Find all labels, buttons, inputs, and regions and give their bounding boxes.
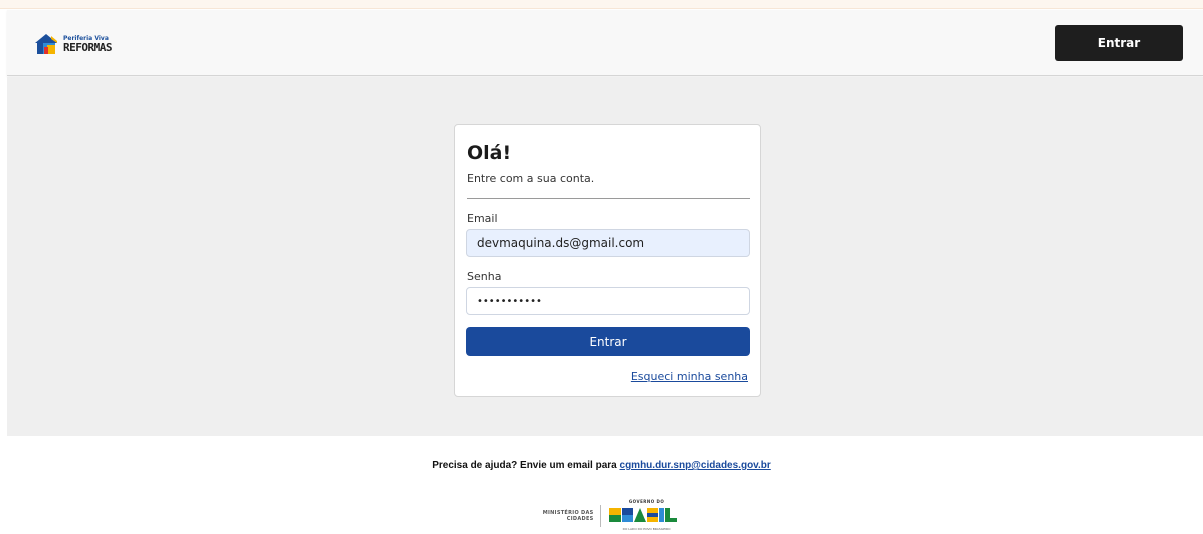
password-label: Senha: [467, 270, 502, 283]
logo-separator: [599, 505, 601, 527]
email-field[interactable]: devmaquina.ds@gmail.com: [466, 229, 750, 257]
brasil-wordmark-icon: [608, 508, 677, 522]
password-field-value: •••••••••••: [477, 295, 542, 307]
email-label: Email: [467, 212, 498, 225]
divider: [467, 198, 750, 199]
help-text: Precisa de ajuda? Envie um email para: [432, 460, 617, 471]
top-strip: [0, 0, 1203, 9]
logo-title: REFORMAS: [63, 40, 112, 54]
ministry-line-2: CIDADES: [566, 516, 594, 522]
forgot-password-link[interactable]: Esqueci minha senha: [631, 370, 748, 383]
submit-login-button[interactable]: Entrar: [466, 327, 750, 356]
header: Periferia Viva REFORMAS Entrar: [7, 10, 1203, 76]
email-field-value: devmaquina.ds@gmail.com: [477, 236, 645, 250]
header-login-button[interactable]: Entrar: [1055, 25, 1183, 61]
password-field[interactable]: •••••••••••: [466, 287, 750, 315]
government-logos: MINISTÉRIO DAS CIDADES GOVERNO DO DO LAD…: [536, 498, 686, 534]
house-logo-icon: [33, 32, 59, 56]
gov-bottom-text: DO LADO DO POVO BRASILEIRO: [622, 527, 671, 531]
card-title: Olá!: [467, 142, 512, 164]
card-subtitle: Entre com a sua conta.: [467, 172, 595, 185]
ministry-logo: MINISTÉRIO DAS CIDADES: [536, 510, 594, 523]
help-text-line: Precisa de ajuda? Envie um email para cg…: [0, 460, 1203, 471]
help-email-link[interactable]: cgmhu.dur.snp@cidades.gov.br: [620, 460, 771, 471]
main-area: Olá! Entre com a sua conta. Email devmaq…: [7, 77, 1203, 436]
governo-brasil-logo: GOVERNO DO DO LADO DO POVO BRASILEIRO: [607, 498, 686, 534]
logo[interactable]: Periferia Viva REFORMAS: [33, 31, 123, 57]
gov-top-text: GOVERNO DO: [628, 499, 665, 504]
login-card: Olá! Entre com a sua conta. Email devmaq…: [454, 124, 761, 397]
